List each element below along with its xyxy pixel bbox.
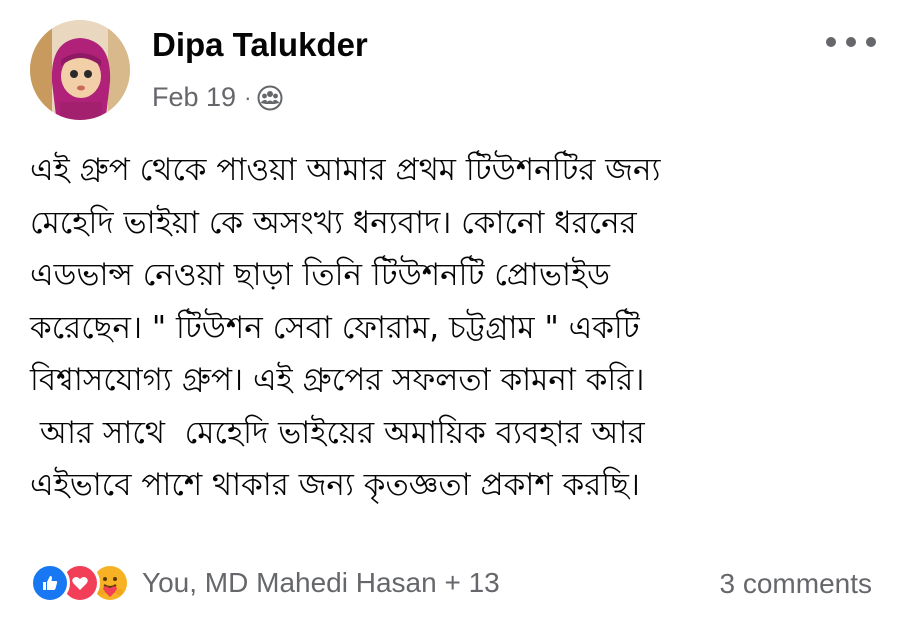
- post-body-line: এই গ্রুপ থেকে পাওয়া আমার প্রথম টিউশনটির…: [30, 152, 661, 188]
- meta-separator: ·: [244, 84, 252, 110]
- more-options-icon[interactable]: [826, 30, 876, 54]
- author-avatar[interactable]: [30, 20, 130, 120]
- post-meta: Feb 19 ·: [152, 82, 283, 113]
- post-body: এই গ্রুপ থেকে পাওয়া আমার প্রথম টিউশনটির…: [30, 144, 880, 512]
- post-date[interactable]: Feb 19: [152, 82, 236, 113]
- avatar-image: [30, 20, 130, 120]
- reactions-bar[interactable]: You, MD Mahedi Hasan + 13: [30, 563, 500, 603]
- post-card: Dipa Talukder Feb 19 · এই গ্রুপ থেকে পাও…: [0, 0, 902, 623]
- post-body-line: মেহেদি ভাইয়া কে অসংখ্য ধন্যবাদ। কোনো ধর…: [30, 204, 637, 241]
- like-icon: [30, 563, 70, 603]
- group-members-icon[interactable]: [257, 85, 283, 111]
- post-body-line: আর সাথে মেহেদি ভাইয়ের অমায়িক ব্যবহার আ…: [30, 414, 645, 451]
- post-body-line: করেছেন। " টিউশন সেবা ফোরাম, চট্টগ্রাম " …: [30, 309, 640, 346]
- reactors-summary[interactable]: You, MD Mahedi Hasan + 13: [142, 567, 500, 599]
- post-body-line: এডভান্স নেওয়া ছাড়া তিনি টিউশনটি প্রোভা…: [30, 257, 610, 293]
- author-name[interactable]: Dipa Talukder: [152, 26, 368, 64]
- post-body-line: বিশ্বাসযোগ্য গ্রুপ। এই গ্রুপের সফলতা কাম…: [30, 362, 645, 398]
- post-body-line: এইভাবে পাশে থাকার জন্য কৃতজ্ঞতা প্রকাশ ক…: [30, 467, 640, 503]
- comments-count[interactable]: 3 comments: [720, 568, 873, 600]
